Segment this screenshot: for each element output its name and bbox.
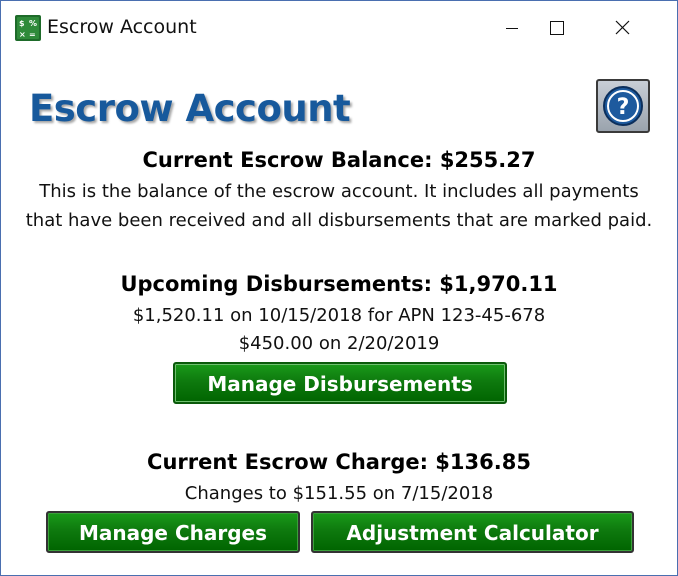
manage-disbursements-button[interactable]: Manage Disbursements xyxy=(173,362,507,404)
charge-title: Current Escrow Charge: $136.85 xyxy=(147,450,531,474)
calculator-app-icon: $ % × = xyxy=(15,15,41,41)
disbursements-title: Upcoming Disbursements: $1,970.11 xyxy=(120,272,558,296)
close-icon xyxy=(615,20,630,35)
page-title: Escrow Account xyxy=(29,87,351,130)
minimize-button[interactable] xyxy=(493,1,539,55)
escrow-window: $ % × = Escrow Account Escrow Account ? … xyxy=(0,0,678,576)
charge-change-note: Changes to $151.55 on 7/15/2018 xyxy=(184,483,494,504)
help-button[interactable]: ? xyxy=(596,79,650,133)
minimize-icon xyxy=(506,28,518,29)
balance-description-line-1: This is the balance of the escrow accoun… xyxy=(39,181,639,202)
svg-text:?: ? xyxy=(617,95,630,120)
balance-title: Current Escrow Balance: $255.27 xyxy=(142,148,536,172)
maximize-button[interactable] xyxy=(539,1,585,55)
svg-text:$: $ xyxy=(19,19,25,28)
window-title: Escrow Account xyxy=(47,16,197,38)
svg-text:=: = xyxy=(29,30,36,39)
svg-text:×: × xyxy=(19,30,26,39)
question-icon: ? xyxy=(603,86,643,126)
balance-description-line-2: that have been received and all disburse… xyxy=(25,210,653,231)
title-bar[interactable]: $ % × = Escrow Account xyxy=(1,1,677,55)
manage-charges-button[interactable]: Manage Charges xyxy=(46,511,300,553)
maximize-icon xyxy=(550,21,564,35)
disbursement-item: $1,520.11 on 10/15/2018 for APN 123-45-6… xyxy=(132,305,546,326)
disbursement-item: $450.00 on 2/20/2019 xyxy=(238,333,440,354)
close-button[interactable] xyxy=(593,1,639,55)
svg-text:%: % xyxy=(29,19,37,28)
adjustment-calculator-button[interactable]: Adjustment Calculator xyxy=(311,511,634,553)
